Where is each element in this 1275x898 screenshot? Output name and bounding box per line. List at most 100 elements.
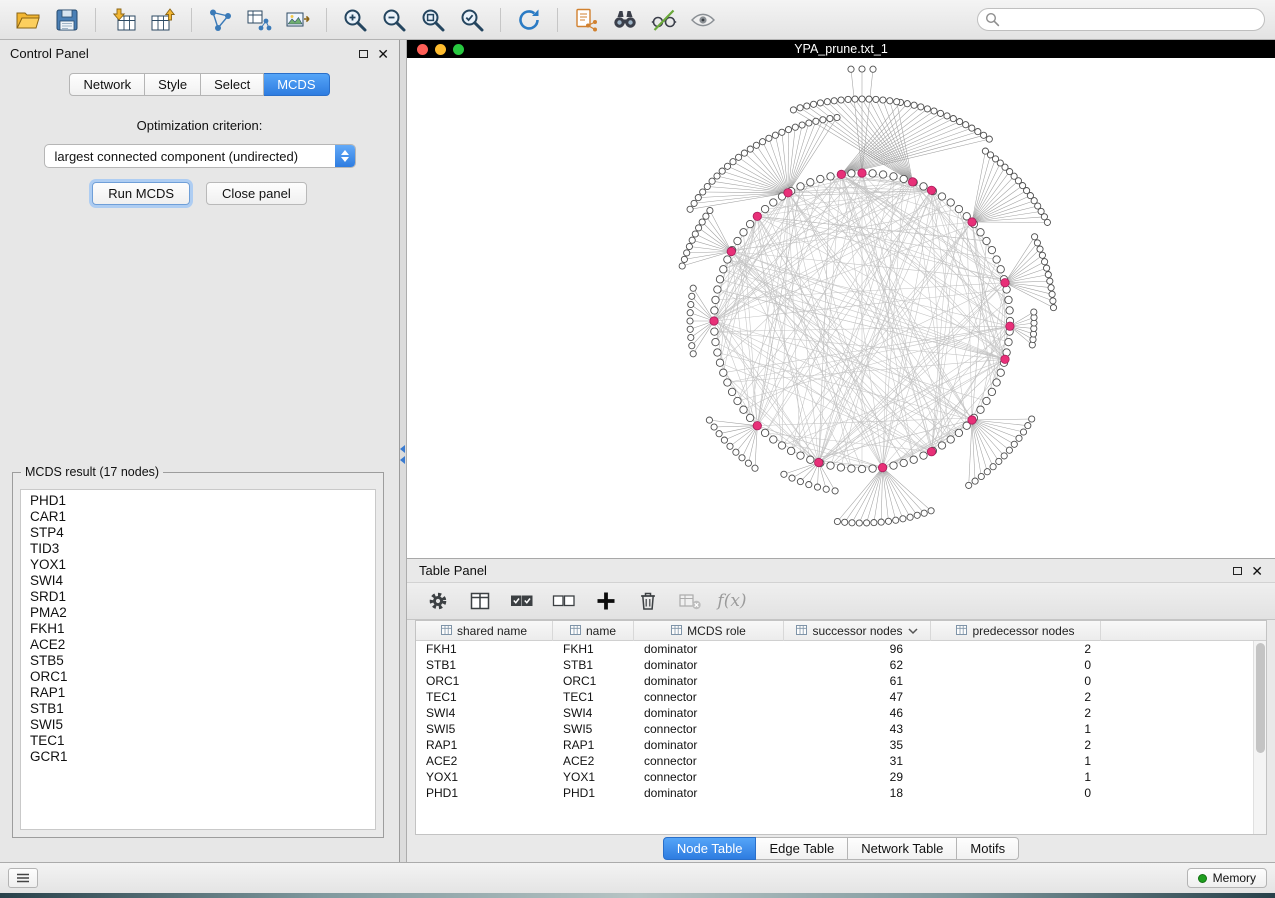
toolbar-separator [500, 8, 501, 32]
network-canvas[interactable] [407, 58, 1275, 558]
export-image-icon[interactable] [280, 5, 316, 35]
mcds-result-item[interactable]: ACE2 [21, 637, 375, 653]
cell-number: 0 [931, 785, 1101, 801]
float-window-icon[interactable] [359, 50, 368, 58]
table-row[interactable]: RAP1RAP1dominator352 [416, 737, 1266, 753]
cell-text: SWI5 [553, 721, 634, 737]
tab-edge-table[interactable]: Edge Table [756, 837, 848, 860]
column-header-name[interactable]: name [553, 621, 634, 641]
export-document-icon[interactable] [568, 5, 604, 35]
task-history-icon[interactable] [8, 868, 38, 888]
table-row[interactable]: FKH1FKH1dominator962 [416, 641, 1266, 657]
dropdown-selected-value: largest connected component (undirected) [55, 149, 299, 164]
cell-text: TEC1 [553, 689, 634, 705]
mcds-result-item[interactable]: GCR1 [21, 749, 375, 765]
mcds-result-item[interactable]: STP4 [21, 525, 375, 541]
table-sort-icon [796, 624, 807, 638]
hide-graphics-icon[interactable] [646, 5, 682, 35]
tab-motifs[interactable]: Motifs [957, 837, 1019, 860]
zoom-in-icon[interactable] [337, 5, 373, 35]
mcds-result-item[interactable]: FKH1 [21, 621, 375, 637]
tab-select[interactable]: Select [201, 73, 264, 96]
cell-text: SWI5 [416, 721, 553, 737]
splitter-collapse-icon[interactable] [400, 445, 405, 464]
cell-text: RAP1 [553, 737, 634, 753]
column-header-shared-name[interactable]: shared name [416, 621, 553, 641]
close-table-panel-icon[interactable]: ✕ [1251, 566, 1263, 576]
float-table-panel-icon[interactable] [1233, 567, 1242, 575]
toolbar-separator [95, 8, 96, 32]
application-window: Control Panel ✕ NetworkStyleSelectMCDS O… [0, 0, 1275, 893]
find-icon[interactable] [607, 5, 643, 35]
table-sort-icon [956, 624, 967, 638]
tab-network-table[interactable]: Network Table [848, 837, 957, 860]
close-panel-button[interactable]: Close panel [206, 182, 307, 205]
network-graph[interactable] [407, 58, 1275, 558]
memory-button[interactable]: Memory [1187, 868, 1267, 888]
show-columns-icon[interactable] [465, 587, 495, 615]
cell-number: 1 [931, 769, 1101, 785]
mcds-result-item[interactable]: PHD1 [21, 493, 375, 509]
run-mcds-button[interactable]: Run MCDS [92, 182, 190, 205]
zoom-fit-icon[interactable] [415, 5, 451, 35]
mcds-result-item[interactable]: STB5 [21, 653, 375, 669]
table-row[interactable]: YOX1YOX1connector291 [416, 769, 1266, 785]
search-input[interactable] [977, 8, 1265, 31]
mcds-result-item[interactable]: SWI4 [21, 573, 375, 589]
mcds-result-item[interactable]: ORC1 [21, 669, 375, 685]
table-settings-gear-icon[interactable] [423, 587, 453, 615]
mcds-result-item[interactable]: STB1 [21, 701, 375, 717]
network-from-table-icon[interactable] [241, 5, 277, 35]
table-row[interactable]: STB1STB1dominator620 [416, 657, 1266, 673]
mcds-result-item[interactable]: SWI5 [21, 717, 375, 733]
cell-text: dominator [634, 673, 784, 689]
panel-splitter[interactable] [400, 40, 407, 862]
mcds-result-item[interactable]: PMA2 [21, 605, 375, 621]
mcds-result-item[interactable]: RAP1 [21, 685, 375, 701]
network-view-window: YPA_prune.txt_1 [407, 40, 1275, 558]
select-all-icon[interactable] [507, 587, 537, 615]
add-column-icon[interactable] [591, 587, 621, 615]
mcds-result-item[interactable]: TEC1 [21, 733, 375, 749]
control-panel-title: Control Panel [10, 46, 89, 61]
tab-mcds[interactable]: MCDS [264, 73, 329, 96]
open-file-icon[interactable] [10, 5, 46, 35]
cell-text: dominator [634, 657, 784, 673]
table-row[interactable]: TEC1TEC1connector472 [416, 689, 1266, 705]
share-network-icon[interactable] [202, 5, 238, 35]
mcds-result-item[interactable]: SRD1 [21, 589, 375, 605]
tab-network[interactable]: Network [69, 73, 145, 96]
cell-number: 18 [784, 785, 931, 801]
export-table-icon[interactable] [145, 5, 181, 35]
tab-node-table[interactable]: Node Table [663, 837, 757, 860]
table-row[interactable]: ORC1ORC1dominator610 [416, 673, 1266, 689]
scrollbar-thumb[interactable] [1256, 643, 1265, 753]
table-panel-title: Table Panel [419, 563, 487, 578]
column-header-MCDS-role[interactable]: MCDS role [634, 621, 784, 641]
optimization-criterion-dropdown[interactable]: largest connected component (undirected) [44, 144, 356, 168]
cell-text: connector [634, 689, 784, 705]
import-table-icon[interactable] [106, 5, 142, 35]
table-row[interactable]: SWI4SWI4dominator462 [416, 705, 1266, 721]
mcds-result-item[interactable]: TID3 [21, 541, 375, 557]
table-row[interactable]: SWI5SWI5connector431 [416, 721, 1266, 737]
column-header-predecessor-nodes[interactable]: predecessor nodes [931, 621, 1101, 641]
deselect-all-icon[interactable] [549, 587, 579, 615]
table-row[interactable]: PHD1PHD1dominator180 [416, 785, 1266, 801]
delete-column-icon[interactable] [633, 587, 663, 615]
table-scrollbar[interactable] [1253, 641, 1266, 834]
mcds-result-item[interactable]: YOX1 [21, 557, 375, 573]
cell-text: connector [634, 721, 784, 737]
show-graphics-icon[interactable] [685, 5, 721, 35]
column-header-successor-nodes[interactable]: successor nodes [784, 621, 931, 641]
save-icon[interactable] [49, 5, 85, 35]
refresh-icon[interactable] [511, 5, 547, 35]
mcds-result-item[interactable]: CAR1 [21, 509, 375, 525]
zoom-out-icon[interactable] [376, 5, 412, 35]
tab-style[interactable]: Style [145, 73, 201, 96]
cell-text: STB1 [416, 657, 553, 673]
cell-text: FKH1 [553, 641, 634, 657]
close-panel-icon[interactable]: ✕ [377, 49, 389, 59]
zoom-selected-icon[interactable] [454, 5, 490, 35]
table-row[interactable]: ACE2ACE2connector311 [416, 753, 1266, 769]
